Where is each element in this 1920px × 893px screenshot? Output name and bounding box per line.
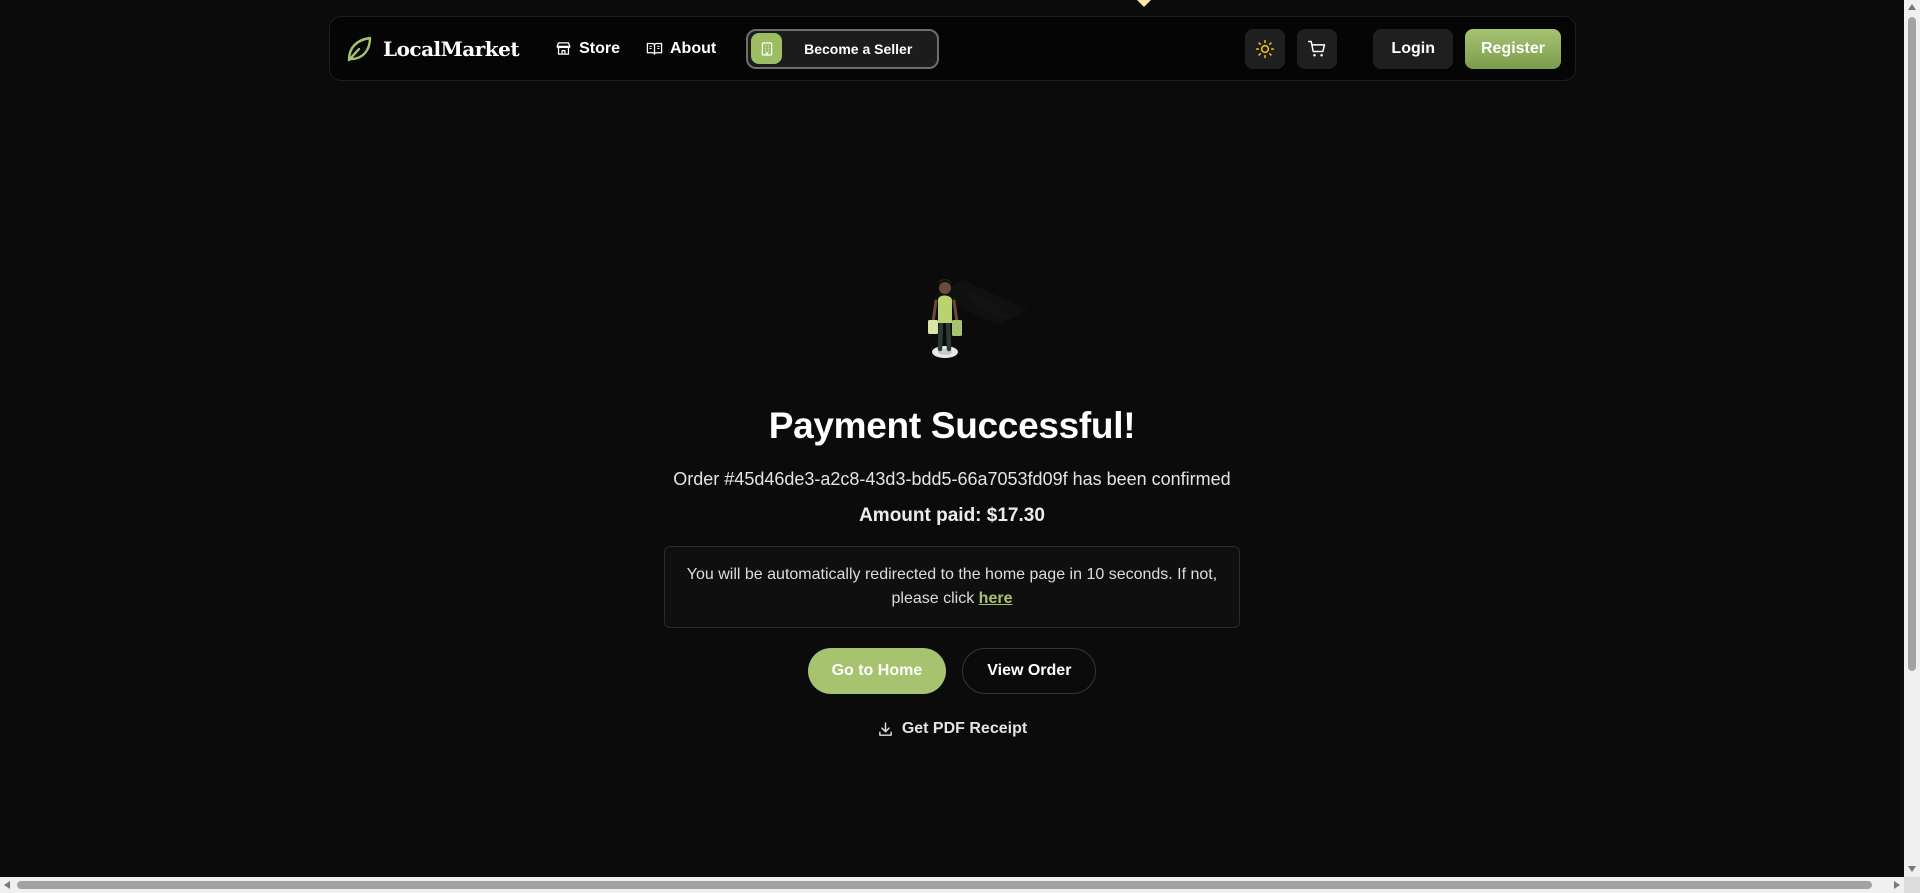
login-button[interactable]: Login [1373, 28, 1453, 69]
vertical-scroll-thumb[interactable] [1908, 17, 1916, 671]
register-button[interactable]: Register [1464, 28, 1561, 69]
nav-actions: Login Register [1245, 28, 1561, 69]
nav-link-store-label: Store [579, 39, 620, 57]
cart-button[interactable] [1297, 28, 1338, 69]
seller-badge [751, 33, 783, 64]
scroll-down-icon[interactable] [1908, 866, 1916, 872]
horizontal-scroll-thumb[interactable] [17, 881, 1872, 889]
shopper-illustration [928, 279, 1028, 358]
store-icon [556, 42, 571, 55]
scroll-up-icon[interactable] [1908, 4, 1916, 10]
download-icon [878, 721, 892, 736]
pdf-receipt-label: Get PDF Receipt [901, 720, 1028, 737]
redirect-notice: You will be automatically redirected to … [664, 546, 1240, 628]
nav-link-about-label: About [670, 39, 717, 57]
leaf-logo-icon [347, 36, 372, 61]
book-open-icon [646, 42, 663, 55]
horizontal-scrollbar[interactable] [0, 877, 1904, 893]
action-buttons: Go to Home View Order [807, 648, 1097, 694]
sun-icon [1256, 39, 1275, 58]
scroll-left-icon[interactable] [4, 881, 10, 889]
view-order-button[interactable]: View Order [962, 648, 1097, 694]
payment-success-section: Payment Successful! Order #45d46de3-a2c8… [0, 270, 1904, 738]
vertical-scrollbar[interactable] [1904, 0, 1920, 877]
scroll-right-icon[interactable] [1894, 881, 1900, 889]
nav-links: Store About Become a Seller [555, 28, 940, 69]
become-seller-button[interactable]: Become a Seller [746, 28, 940, 69]
redirect-notice-text: You will be automatically redirected to … [686, 566, 1218, 607]
become-seller-label: Become a Seller [804, 40, 913, 57]
cart-icon [1308, 40, 1326, 56]
tooltip-caret-icon [1137, 0, 1151, 7]
building-icon [761, 41, 772, 56]
navbar: LocalMarket Store About Become a Seller … [329, 16, 1576, 81]
amount-paid: Amount paid: $17.30 [859, 505, 1045, 526]
order-confirmation-text: Order #45d46de3-a2c8-43d3-bdd5-66a7053fd… [673, 469, 1231, 489]
brand-name: LocalMarket [383, 36, 520, 61]
page-title: Payment Successful! [768, 405, 1136, 446]
go-home-button[interactable]: Go to Home [807, 648, 947, 694]
scrollbar-corner [1904, 877, 1920, 893]
brand[interactable]: LocalMarket [344, 34, 520, 64]
nav-link-store[interactable]: Store [555, 40, 620, 58]
pdf-receipt-link[interactable]: Get PDF Receipt [877, 720, 1027, 738]
redirect-here-link[interactable]: here [979, 590, 1013, 607]
nav-link-about[interactable]: About [646, 40, 716, 58]
page: LocalMarket Store About Become a Seller … [0, 0, 1904, 877]
theme-toggle-button[interactable] [1245, 28, 1286, 69]
